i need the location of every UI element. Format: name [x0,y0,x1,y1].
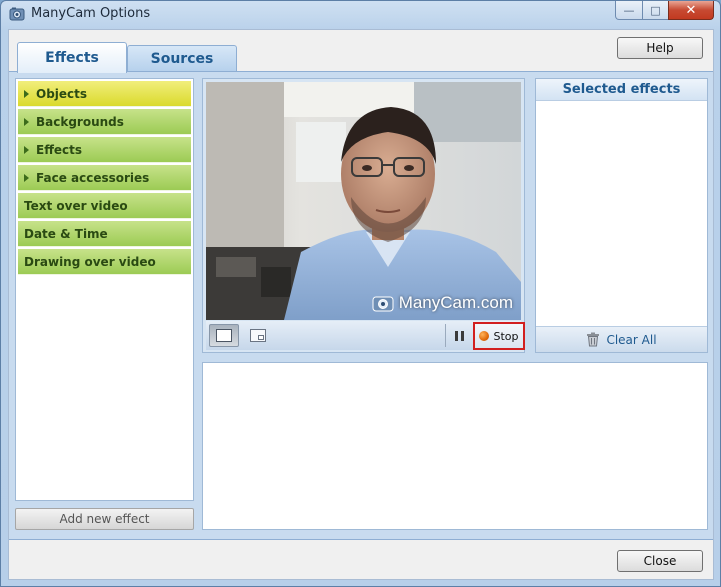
expand-arrow-icon [24,145,29,154]
video-preview-frame: ManyCam.com Stop [202,78,525,353]
window-title: ManyCam Options [31,6,151,21]
fullscreen-mode-button[interactable] [209,324,239,347]
add-new-effect-button[interactable]: Add new effect [15,508,194,530]
maximize-button[interactable]: □ [642,1,669,20]
close-icon: ✕ [685,2,697,18]
webcam-image [206,82,521,320]
clear-all-button[interactable]: Clear All [536,326,707,352]
selected-effects-title: Selected effects [536,79,707,101]
category-label: Objects [36,86,88,101]
pause-icon [454,330,458,341]
stop-button[interactable]: Stop [473,322,525,350]
category-face-accessories[interactable]: Face accessories [18,165,191,191]
manycam-options-window: ManyCam Options — □ ✕ Effects Sources He… [0,0,721,587]
tab-sources[interactable]: Sources [127,45,237,72]
category-label: Face accessories [36,170,150,185]
close-window-button[interactable]: ✕ [668,1,714,20]
effect-categories-list: Objects Backgrounds Effects Face accesso… [15,78,194,501]
category-label: Text over video [24,198,128,213]
title-bar[interactable]: ManyCam Options — □ ✕ [1,1,720,27]
category-objects[interactable]: Objects [18,81,191,107]
category-text-over-video[interactable]: Text over video [18,193,191,219]
minimize-icon: — [623,3,635,17]
stop-label: Stop [493,329,519,343]
help-button[interactable]: Help [617,37,703,59]
category-date-time[interactable]: Date & Time [18,221,191,247]
clear-all-label: Clear All [606,332,657,347]
preview-control-bar: Stop [206,321,525,350]
expand-arrow-icon [24,173,29,182]
minimize-button[interactable]: — [615,1,643,20]
effect-options-panel [202,362,708,530]
tab-effects[interactable]: Effects [17,42,127,73]
manycam-watermark: ManyCam.com [372,293,513,313]
manycam-app-icon [9,7,25,21]
pause-button[interactable] [451,327,467,344]
dialog-client-area: Effects Sources Help Objects Backgrounds… [8,29,714,580]
close-button[interactable]: Close [617,550,703,572]
pause-icon [460,330,464,341]
category-label: Effects [36,142,83,157]
pip-inset-icon [258,335,264,340]
single-view-icon [216,329,232,342]
category-backgrounds[interactable]: Backgrounds [18,109,191,135]
category-drawing-over-video[interactable]: Drawing over video [18,249,191,275]
selected-effects-list[interactable] [536,101,707,326]
picture-in-picture-button[interactable] [243,324,273,347]
trash-icon [587,332,600,347]
effects-tab-panel: Objects Backgrounds Effects Face accesso… [9,71,713,540]
expand-arrow-icon [24,117,29,126]
category-effects[interactable]: Effects [18,137,191,163]
category-label: Backgrounds [36,114,124,129]
maximize-icon: □ [650,3,661,17]
manycam-logo-icon [372,296,394,312]
record-dot-icon [479,331,490,341]
selected-effects-panel: Selected effects Clear All [535,78,708,353]
watermark-text: ManyCam.com [398,293,513,312]
expand-arrow-icon [24,89,29,98]
toolbar-divider [445,324,446,347]
category-label: Date & Time [24,226,108,241]
video-preview: ManyCam.com [206,82,521,320]
category-label: Drawing over video [24,254,156,269]
